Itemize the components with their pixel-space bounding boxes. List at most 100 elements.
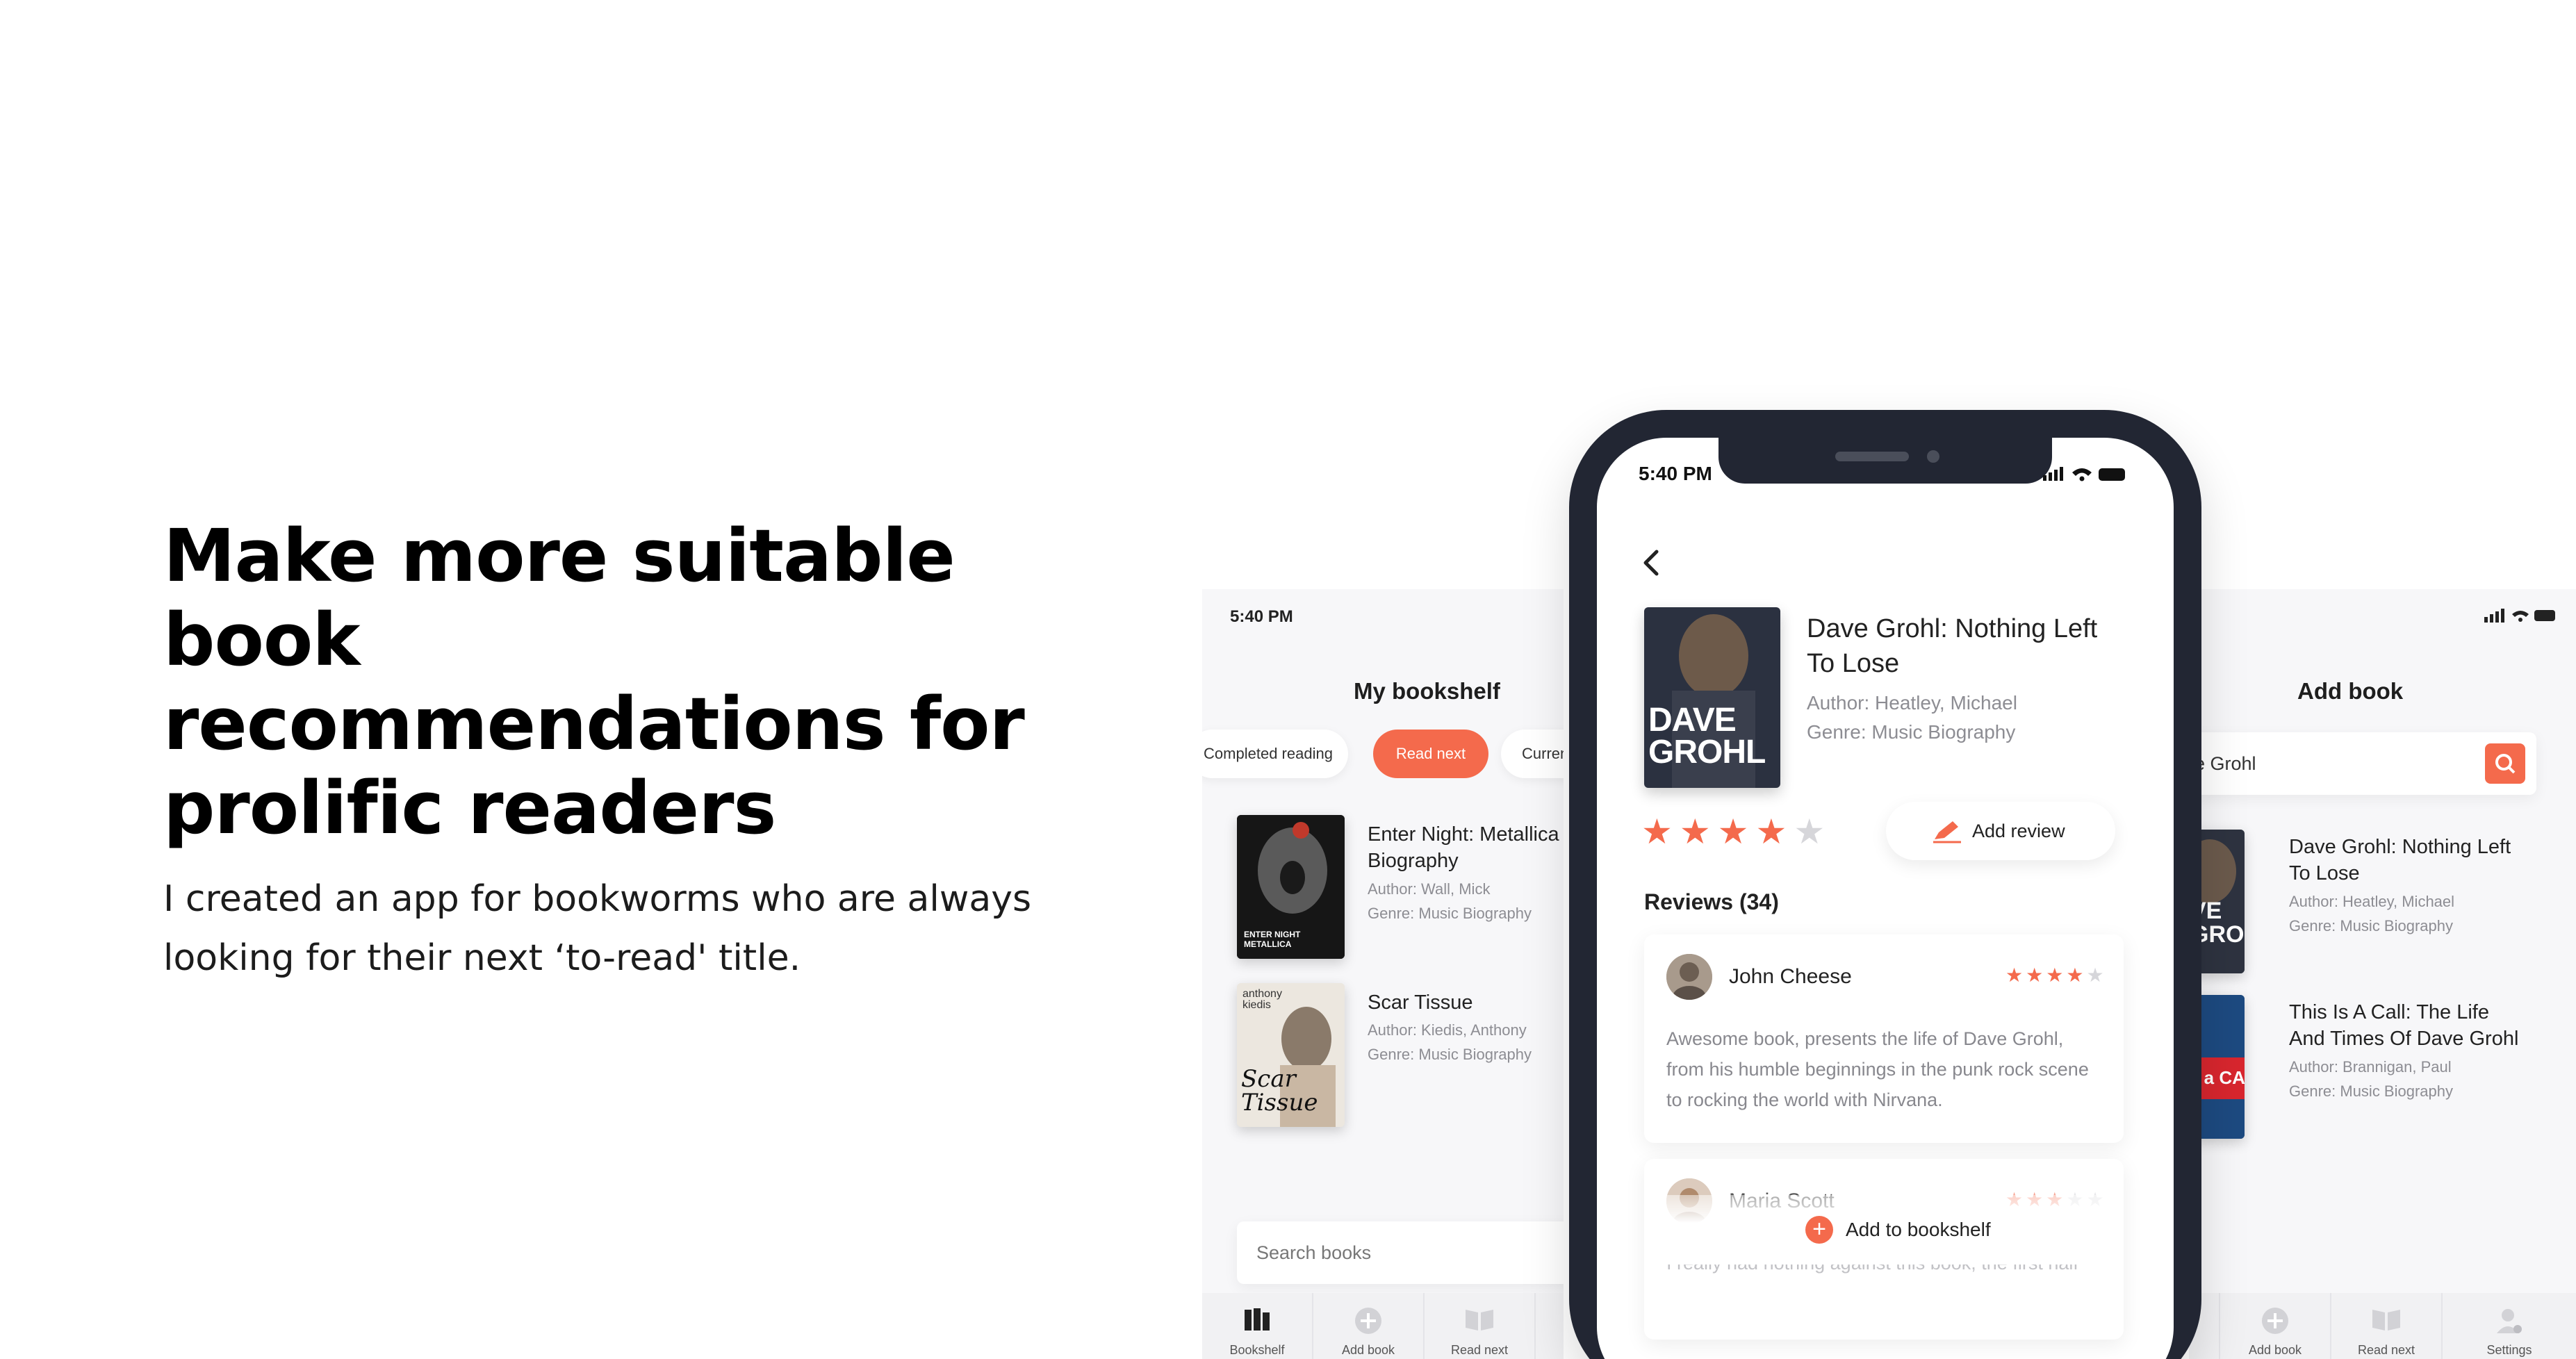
book-author: Author: Heatley, Michael	[2289, 893, 2455, 910]
bottom-nav: Bookshelf Add book Read next	[1202, 1293, 1564, 1359]
phone-notch	[1718, 438, 2052, 484]
review-text-line: Awesome book, presents the life of Dave …	[1666, 1028, 2064, 1049]
hero-subtitle-line: I created an app for bookworms who are a…	[163, 878, 1032, 920]
star-filled-icon: ★	[2026, 964, 2044, 986]
hero-subtitle: I created an app for bookworms who are a…	[163, 870, 1136, 988]
book-author: Author: Wall, Mick	[1368, 880, 1491, 898]
book-genre: Genre: Music Biography	[2289, 917, 2453, 934]
book-title-line: Scar Tissue	[1368, 991, 1473, 1014]
avatar-image	[1666, 954, 1712, 1000]
book-title-line: To Lose	[1807, 649, 1900, 678]
book-title-line: Biography	[1368, 850, 1459, 872]
cover-author: anthony kiedis	[1242, 988, 1282, 1011]
search-icon	[2495, 754, 2516, 774]
reviewer-name: John Cheese	[1729, 965, 1852, 988]
tab-currently-reading[interactable]: Curren	[1501, 730, 1564, 778]
book-author: Author: Heatley, Michael	[1807, 692, 2017, 714]
book-title-line: Dave Grohl: Nothing Left	[2289, 836, 2511, 858]
star-filled-icon[interactable]: ★	[1755, 812, 1787, 852]
nav-add-book[interactable]: Add book	[2220, 1293, 2331, 1359]
hero-title-line: Make more suitable book	[163, 513, 955, 682]
book-genre: Genre: Music Biography	[2289, 1082, 2453, 1100]
review-rating: ★★★★★	[2005, 964, 2104, 987]
nav-add-book[interactable]: Add book	[1313, 1293, 1425, 1359]
nav-read-next[interactable]: Read next	[1425, 1293, 1536, 1359]
tab-read-next[interactable]: Read next	[1373, 730, 1488, 778]
book-title[interactable]: Dave Grohl: Nothing Left To Lose	[2289, 834, 2511, 887]
star-filled-icon: ★	[2005, 964, 2024, 986]
user-settings-icon	[2497, 1309, 2522, 1333]
star-filled-icon[interactable]: ★	[1641, 812, 1673, 852]
book-title-line: Dave Grohl: Nothing Left	[1807, 614, 2098, 643]
book-author: Author: Kiedis, Anthony	[1368, 1021, 1527, 1039]
nav-label: Add book	[2248, 1343, 2302, 1357]
search-value: e Grohl	[2194, 753, 2256, 774]
book-title[interactable]: Scar Tissue	[1368, 989, 1473, 1016]
nav-bookshelf[interactable]: Bookshelf	[1202, 1293, 1313, 1359]
review-text-line: from his humble beginnings in the punk r…	[1666, 1059, 2089, 1080]
screen-title: Add book	[2297, 678, 2404, 704]
tab-completed-reading[interactable]: Completed reading	[1202, 730, 1348, 778]
book-genre: Genre: Music Biography	[1368, 905, 1532, 922]
nav-settings[interactable]: Settings	[2443, 1293, 2576, 1359]
book-genre: Genre: Music Biography	[1807, 721, 2016, 743]
book-genre: Genre: Music Biography	[1368, 1046, 1532, 1063]
book-title-line: This Is A Call: The Life	[2289, 1001, 2489, 1023]
book-author: Author: Brannigan, Paul	[2289, 1058, 2452, 1076]
tab-label: Curren	[1522, 745, 1564, 762]
status-time: 5:40 PM	[1230, 607, 1293, 626]
nav-label: Add book	[1341, 1343, 1395, 1357]
nav-read-next[interactable]: Read next	[2331, 1293, 2443, 1359]
nav-label: Bookshelf	[1229, 1343, 1285, 1357]
book-title-line: Enter Night: Metallica	[1368, 823, 1559, 846]
add-icon	[2262, 1308, 2288, 1334]
book-title-line: To Lose	[2289, 862, 2360, 884]
hero-title-line: prolific readers	[163, 766, 776, 850]
add-to-bookshelf-button[interactable]: + Add to bookshelf	[1644, 1195, 2124, 1265]
bottom-nav: Add book Read next Settings	[2189, 1293, 2576, 1359]
book-cover-enter-night[interactable]: ENTER NIGHT METALLICA	[1237, 815, 1345, 959]
bookshelf-screen: 5:40 PM My bookshelf Completed reading R…	[1202, 589, 1564, 1359]
book-title: Dave Grohl: Nothing Left To Lose	[1807, 611, 2126, 681]
open-book-icon	[1466, 1310, 1493, 1331]
nav-label: Settings	[2486, 1343, 2532, 1357]
search-books-field[interactable]: Search books	[1237, 1221, 1564, 1284]
hero-title-line: recommendations for	[163, 682, 1025, 766]
star-filled-icon: ★	[2046, 964, 2064, 986]
book-cover-scar-tissue[interactable]: anthony kiedis Scar Tissue	[1237, 983, 1345, 1127]
book-title[interactable]: Enter Night: Metallica Biography	[1368, 821, 1559, 874]
shelf-tabs: Completed reading Read next Curren	[1202, 730, 1564, 778]
book-title-line: And Times Of Dave Grohl	[2289, 1028, 2519, 1050]
nav-label: Read next	[2357, 1343, 2415, 1357]
back-arrow-icon[interactable]	[1639, 547, 1664, 578]
search-placeholder: Search books	[1256, 1242, 1372, 1263]
search-button[interactable]	[2485, 743, 2525, 784]
star-filled-icon[interactable]: ★	[1718, 812, 1749, 852]
add-review-button[interactable]: Add review	[1886, 802, 2115, 860]
book-rating[interactable]: ★ ★ ★ ★ ★	[1641, 812, 1825, 852]
reviews-heading: Reviews (34)	[1644, 889, 1779, 914]
add-book-screen: Add book e Grohl VE GRO Dave Grohl: Noth…	[2189, 589, 2576, 1359]
book-title[interactable]: This Is A Call: The Life And Times Of Da…	[2289, 999, 2518, 1052]
signal-wifi-battery-icon	[2484, 609, 2555, 623]
book-cover-dave-grohl: DAVE GROHL	[1644, 607, 1780, 788]
review-text: Awesome book, presents the life of Dave …	[1666, 1023, 2111, 1115]
add-review-label: Add review	[1972, 821, 2065, 841]
bookshelf-icon	[1245, 1308, 1270, 1331]
cover-title: Scar Tissue	[1241, 1065, 1318, 1117]
cover-title: DAVE GROHL	[1648, 702, 1766, 771]
tab-label: Completed reading	[1204, 745, 1333, 762]
book-detail-screen: 5:40 PM DAVE GROHL Dave Grohl: Nothing L…	[1597, 438, 2174, 1359]
camera	[1927, 450, 1939, 463]
add-to-bookshelf-label: Add to bookshelf	[1846, 1219, 1991, 1240]
star-filled-icon[interactable]: ★	[1680, 812, 1711, 852]
phone-frame: 5:40 PM DAVE GROHL Dave Grohl: Nothing L…	[1569, 410, 2201, 1359]
star-filled-icon: ★	[2066, 964, 2084, 986]
review-text-line: to rocking the world with Nirvana.	[1666, 1089, 1943, 1110]
star-empty-icon[interactable]: ★	[1794, 812, 1825, 852]
search-field[interactable]: e Grohl	[2189, 732, 2536, 795]
screen-title: My bookshelf	[1354, 678, 1500, 704]
cover-title: ENTER NIGHT METALLICA	[1244, 930, 1301, 949]
status-time: 5:40 PM	[1639, 463, 1712, 484]
review-card: John Cheese ★ ★ ★ ★ ★ Awesome book, presents…	[1644, 934, 2124, 1143]
